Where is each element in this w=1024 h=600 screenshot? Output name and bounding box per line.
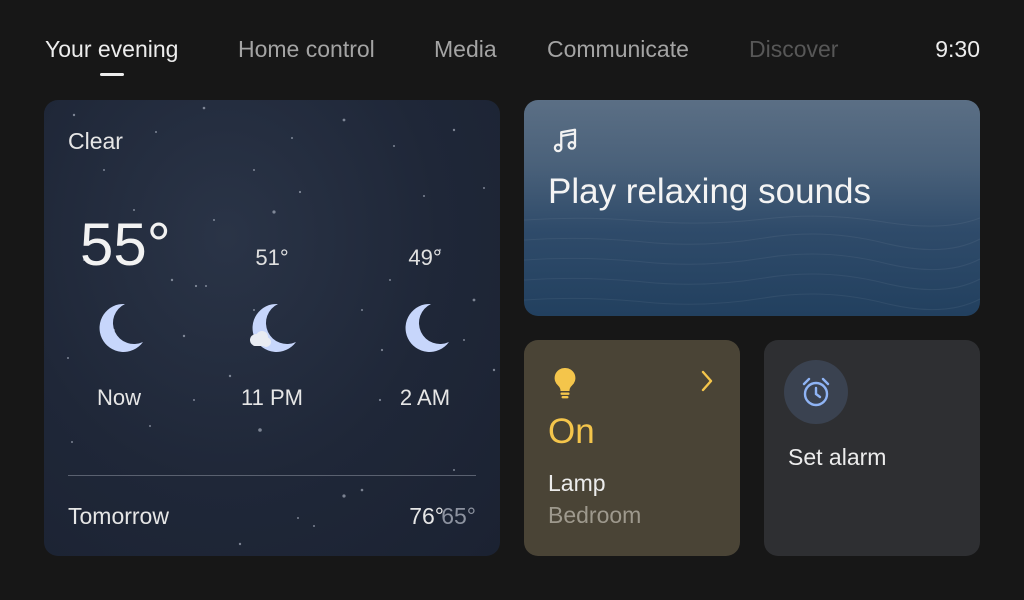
device-name: Lamp — [548, 470, 606, 496]
tab-media[interactable]: Media — [434, 36, 497, 63]
active-tab-indicator — [99, 73, 124, 76]
current-temperature: 55° — [80, 211, 171, 278]
tab-label: Home control — [238, 36, 375, 62]
tomorrow-low: 65° — [441, 503, 476, 529]
chevron-right-icon[interactable] — [700, 370, 714, 392]
tab-label: Your evening — [45, 36, 179, 62]
music-note-icon — [553, 128, 577, 153]
lamp-state: On — [548, 412, 595, 451]
clock: 9:30 — [935, 36, 980, 62]
tab-your-evening[interactable]: Your evening — [45, 36, 179, 76]
weather-condition: Clear — [68, 128, 123, 154]
tab-discover[interactable]: Discover — [749, 36, 838, 63]
tab-label: Communicate — [547, 36, 689, 62]
tomorrow-label: Tomorrow — [68, 503, 169, 529]
moon-cloud-icon — [250, 303, 296, 352]
moon-icon — [99, 303, 143, 352]
tab-label: Media — [434, 36, 497, 62]
relaxing-sounds-card[interactable]: Play relaxing sounds — [524, 100, 980, 316]
hourly-label: 11 PM — [241, 385, 303, 410]
lamp-card[interactable]: On Lamp Bedroom — [524, 340, 740, 556]
hourly-temp: 51° — [255, 245, 289, 270]
tab-home-control[interactable]: Home control — [238, 36, 375, 63]
tab-communicate[interactable]: Communicate — [547, 36, 689, 63]
moon-icon — [405, 303, 449, 352]
alarm-icon-badge — [784, 360, 848, 424]
sounds-label: Play relaxing sounds — [548, 172, 871, 211]
set-alarm-card[interactable]: Set alarm — [764, 340, 980, 556]
tab-label: Discover — [749, 36, 839, 62]
lightbulb-icon — [554, 367, 576, 399]
divider — [68, 475, 476, 476]
weather-card[interactable]: Clear 55° Now 51° 11 PM 49° 2 AM Tomorro… — [44, 100, 500, 556]
hourly-label: 2 AM — [399, 385, 451, 410]
alarm-label: Set alarm — [788, 444, 887, 470]
hourly-label: Now — [96, 385, 141, 410]
tomorrow-high: 76° — [409, 503, 444, 529]
device-room: Bedroom — [548, 502, 642, 528]
top-nav: Your evening Home control Media Communic… — [45, 36, 980, 76]
hourly-temp: 49° — [408, 245, 442, 270]
alarm-clock-icon — [802, 377, 830, 407]
